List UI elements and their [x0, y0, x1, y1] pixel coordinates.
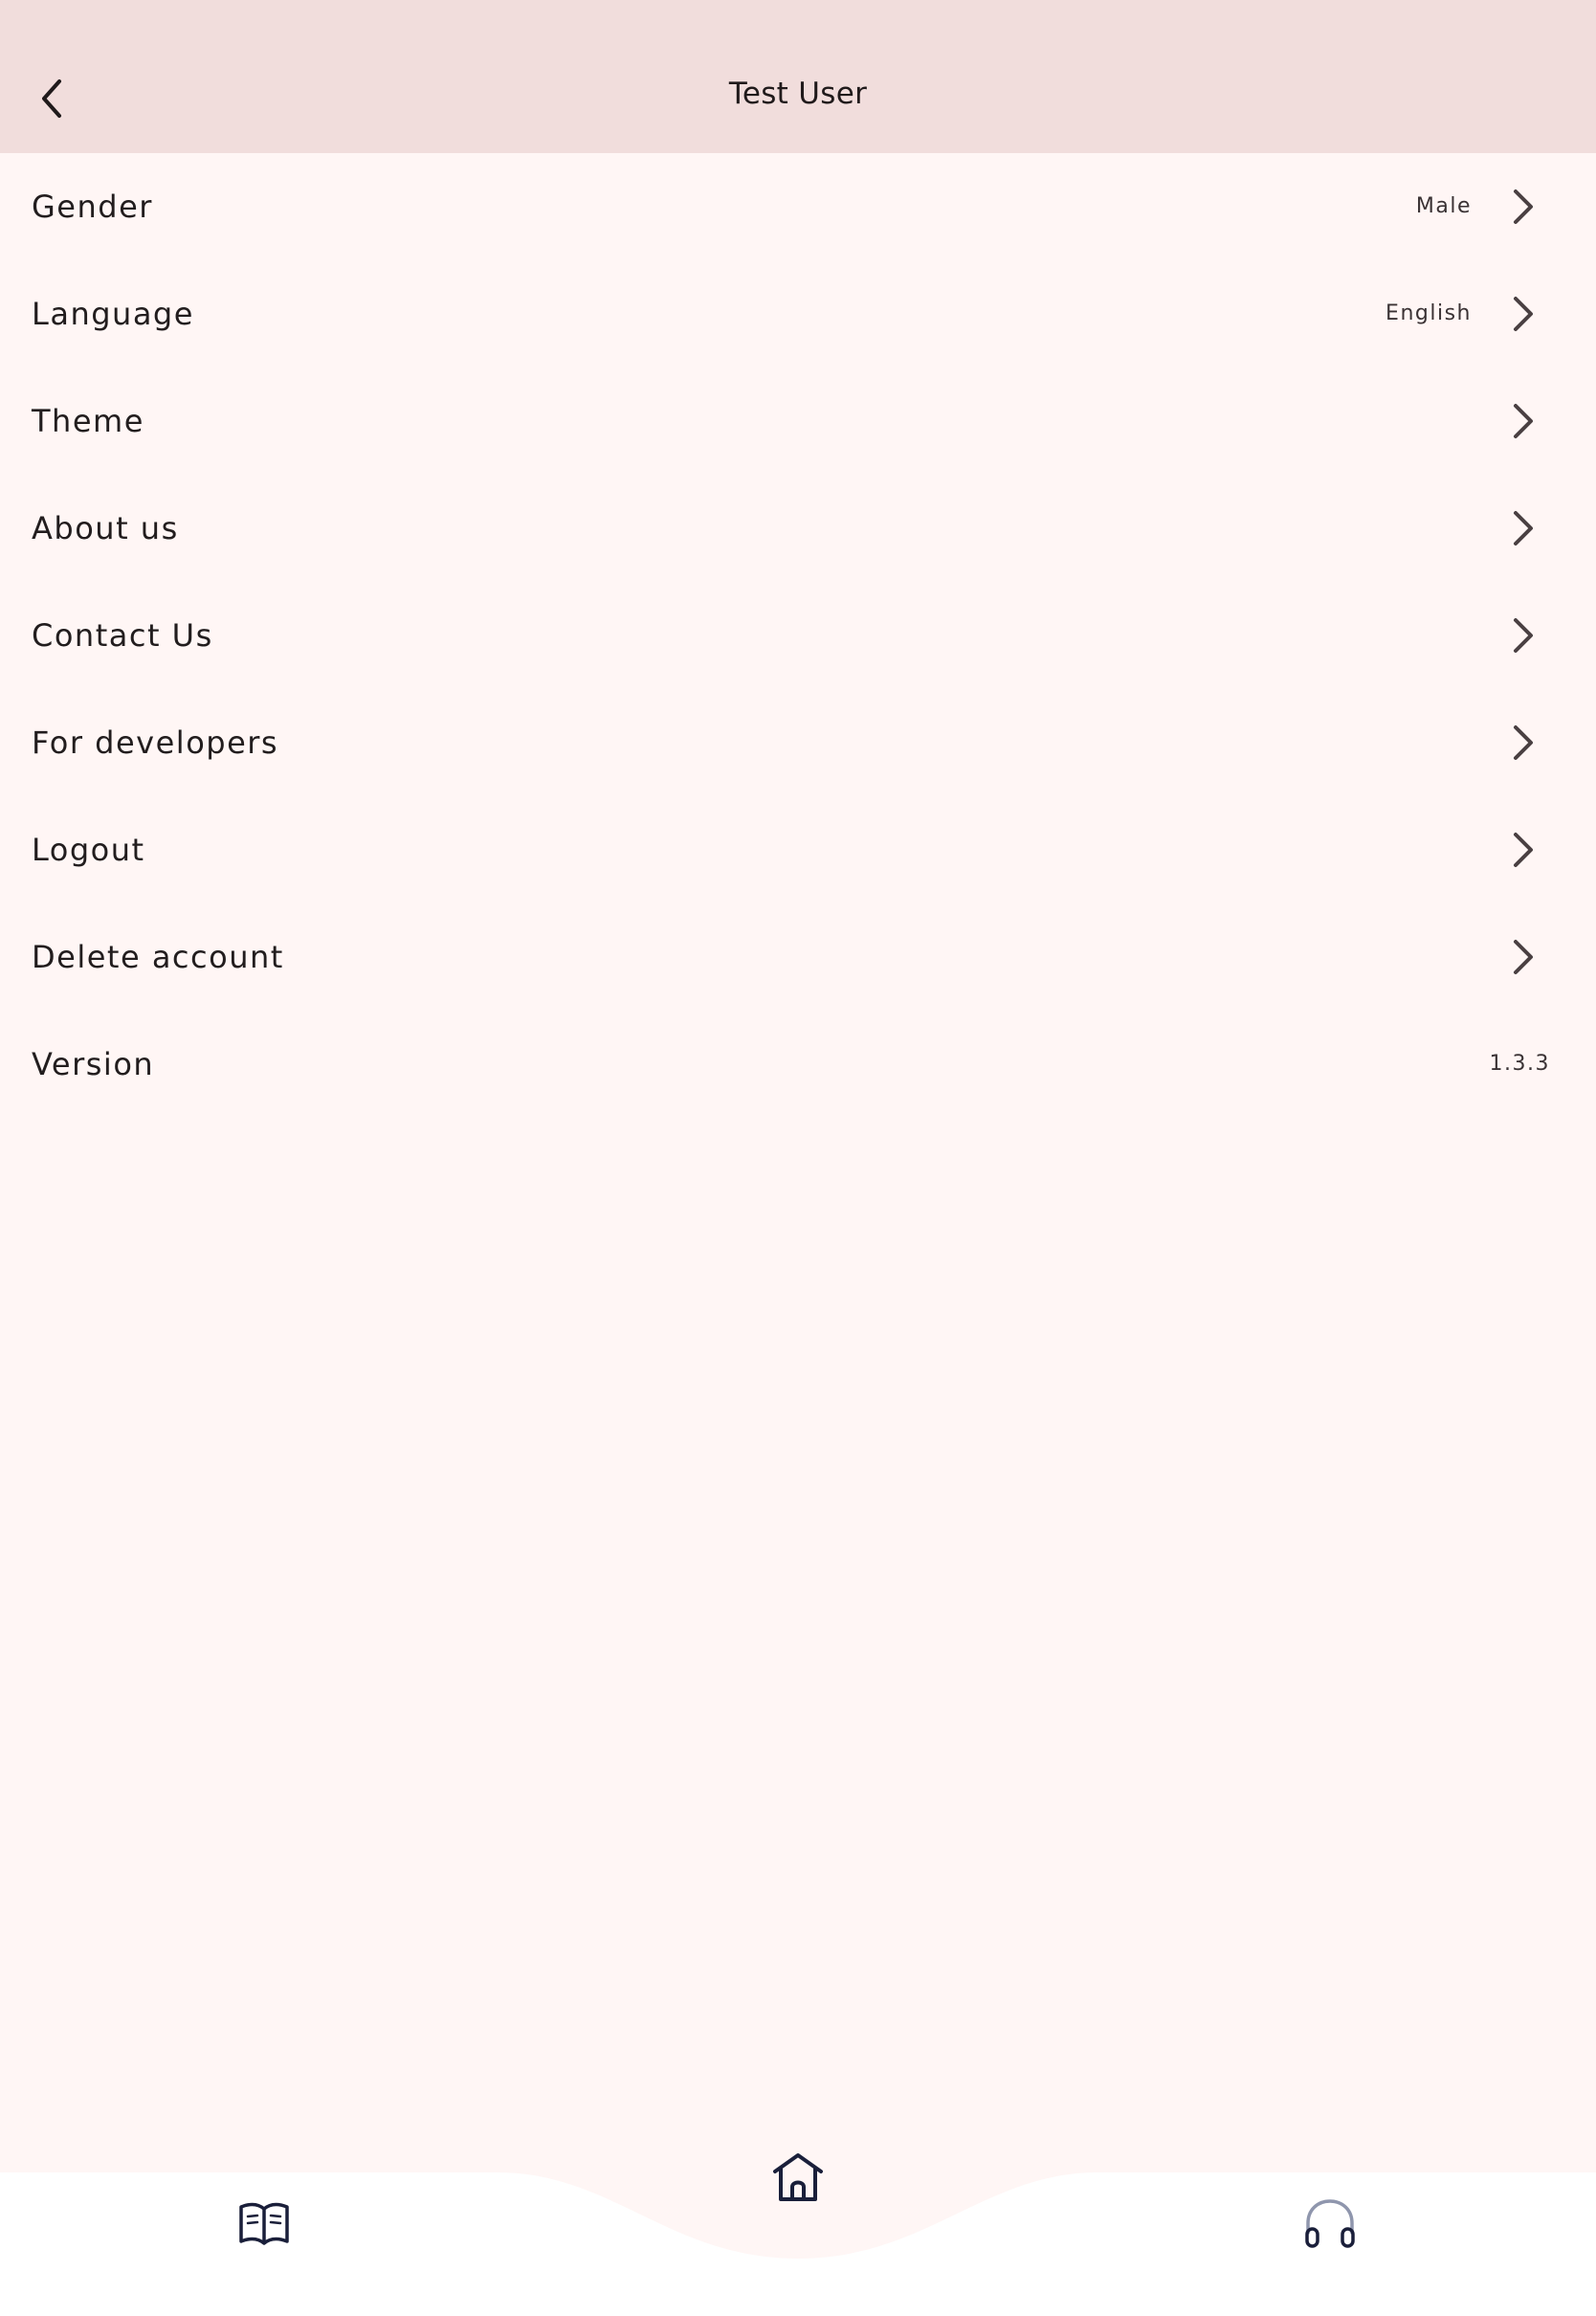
- chevron-right-icon: [1514, 618, 1533, 653]
- settings-row-contact-us[interactable]: Contact Us: [0, 582, 1596, 689]
- chevron-right-icon: [1514, 511, 1533, 546]
- row-label: Contact Us: [32, 617, 213, 654]
- row-label: Language: [32, 296, 194, 332]
- settings-row-logout[interactable]: Logout: [0, 796, 1596, 903]
- chevron-right-icon: [1514, 404, 1533, 438]
- row-value: Male: [1415, 194, 1472, 218]
- settings-list: Gender Male Language English Theme About…: [0, 153, 1596, 1118]
- settings-row-for-developers[interactable]: For developers: [0, 689, 1596, 796]
- version-value: 1.3.3: [1489, 1052, 1550, 1076]
- row-label: Logout: [32, 832, 145, 868]
- chevron-right-icon: [1514, 189, 1533, 224]
- settings-row-language[interactable]: Language English: [0, 260, 1596, 367]
- chevron-right-icon: [1514, 297, 1533, 331]
- page-title: Test User: [728, 77, 868, 111]
- headphones-icon: [1305, 2199, 1355, 2248]
- settings-row-theme[interactable]: Theme: [0, 367, 1596, 475]
- home-icon: [773, 2153, 823, 2201]
- nav-listen-button[interactable]: [1292, 2190, 1368, 2257]
- row-label: About us: [32, 510, 179, 546]
- row-label: For developers: [32, 724, 279, 761]
- nav-home-button[interactable]: [737, 2116, 859, 2238]
- settings-row-gender[interactable]: Gender Male: [0, 153, 1596, 260]
- settings-row-delete-account[interactable]: Delete account: [0, 903, 1596, 1011]
- settings-row-version: Version 1.3.3: [0, 1011, 1596, 1118]
- row-label: Version: [32, 1046, 155, 1082]
- chevron-right-icon: [1514, 725, 1533, 760]
- settings-row-about-us[interactable]: About us: [0, 475, 1596, 582]
- nav-read-button[interactable]: [226, 2190, 302, 2257]
- chevron-right-icon: [1514, 940, 1533, 974]
- row-label: Gender: [32, 189, 153, 225]
- open-book-icon: [239, 2202, 289, 2245]
- row-label: Theme: [32, 403, 144, 439]
- app-bar: Test User: [0, 0, 1596, 153]
- chevron-right-icon: [1514, 833, 1533, 867]
- row-value: English: [1385, 301, 1472, 325]
- bottom-nav-bar: [0, 2096, 1596, 2316]
- row-label: Delete account: [32, 939, 284, 975]
